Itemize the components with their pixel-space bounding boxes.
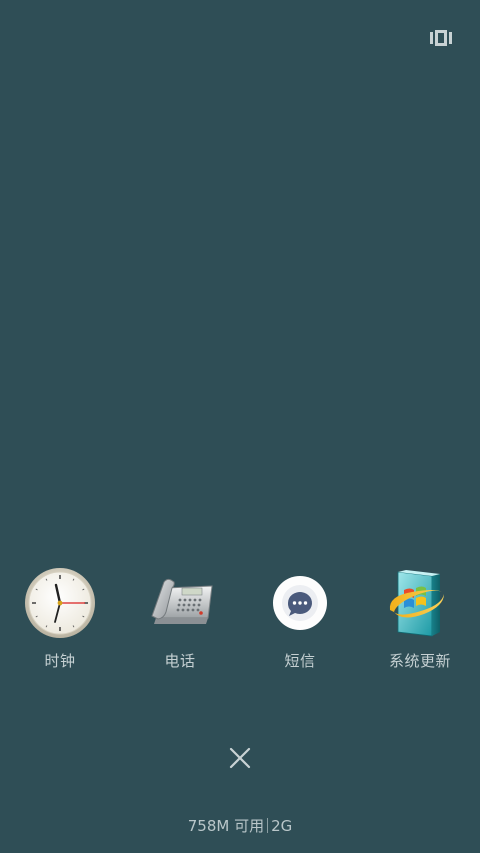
recent-app-label: 系统更新 (388, 652, 451, 670)
recent-app-messages[interactable]: 短信 (240, 566, 360, 676)
system-update-icon (384, 566, 456, 638)
memory-divider (267, 818, 269, 833)
memory-available: 758M 可用 (187, 817, 265, 835)
recent-app-label: 电话 (164, 652, 196, 670)
card-view-icon[interactable] (430, 30, 452, 46)
message-bubble-icon (264, 566, 336, 638)
recent-app-clock[interactable]: 时钟 (0, 566, 120, 676)
memory-total: 2G (271, 817, 293, 835)
recent-app-system-update[interactable]: 系统更新 (360, 566, 480, 676)
clock-icon (24, 566, 96, 638)
memory-status: 758M 可用 2G (0, 815, 480, 836)
telephone-icon (144, 566, 216, 638)
recent-app-label: 时钟 (44, 652, 76, 670)
recent-app-phone[interactable]: 电话 (120, 566, 240, 676)
recent-apps-row: 时钟 电话 短信 系统更新 (0, 566, 480, 676)
recent-app-label: 短信 (284, 652, 316, 670)
clear-all-button[interactable] (226, 744, 254, 772)
close-icon (229, 747, 251, 769)
